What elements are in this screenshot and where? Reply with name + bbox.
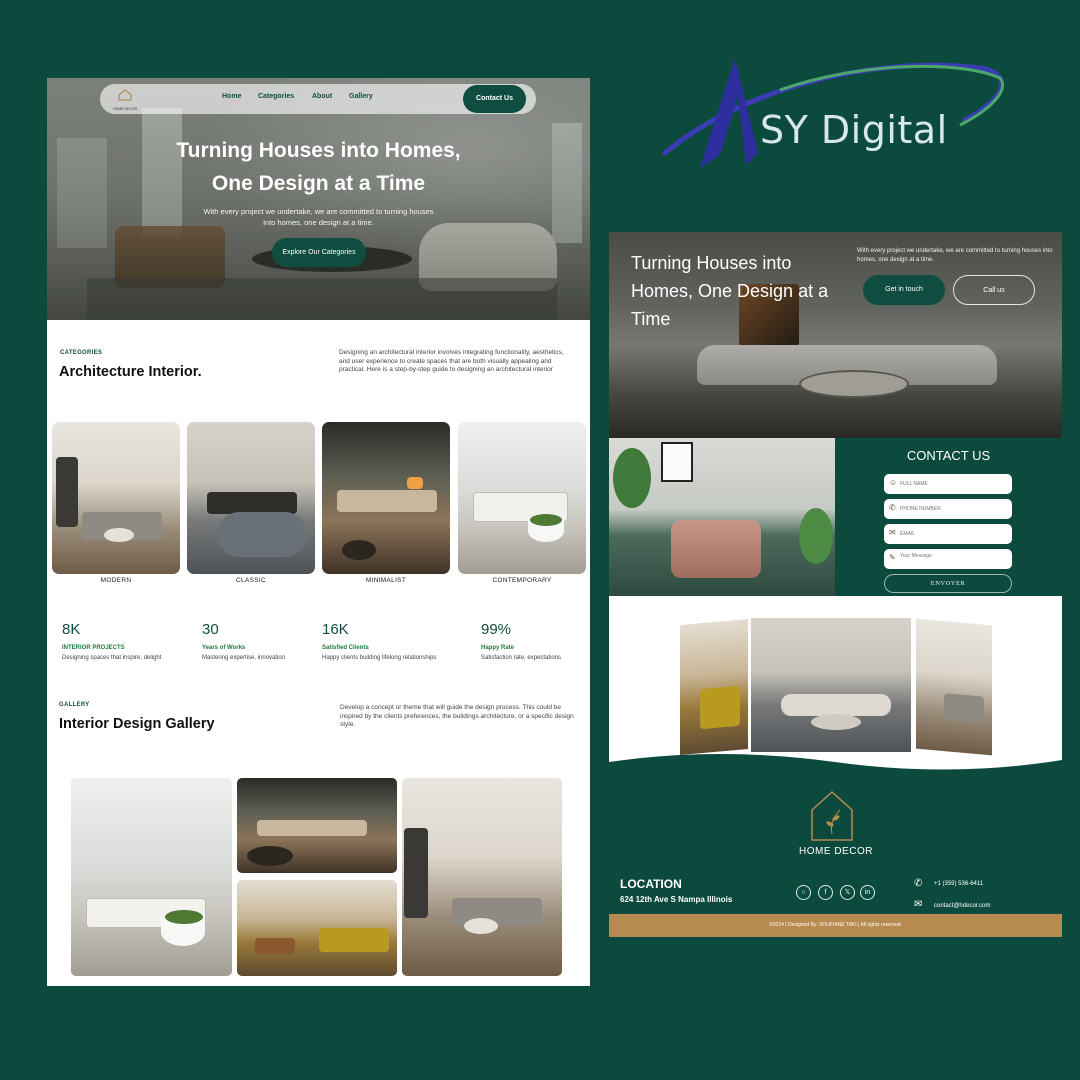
envoyer-button[interactable]: ENVOYER — [884, 574, 1012, 593]
category-card-modern[interactable] — [52, 422, 180, 574]
mail-icon: ✉ — [889, 528, 896, 537]
facebook-icon[interactable]: f — [818, 885, 833, 900]
email-field[interactable]: ✉ — [884, 524, 1012, 544]
gallery-image[interactable] — [402, 778, 562, 976]
stat-value: 8K — [62, 621, 81, 638]
desktop-page-preview: HOME DECOR Home Categories About Gallery… — [47, 78, 590, 986]
hero-title: Turning Houses into Homes, One Design at… — [47, 134, 590, 200]
message-icon: ✎ — [889, 553, 896, 562]
hero-title-line-2: One Design at a Time — [211, 172, 426, 195]
stat-label: INTERIOR PROJECTS — [62, 645, 125, 651]
categories-title: Architecture Interior. — [59, 364, 202, 380]
full-name-field[interactable]: ☺ — [884, 474, 1012, 494]
nav-link-home[interactable]: Home — [222, 93, 241, 100]
category-label-classic: CLASSIC — [236, 577, 266, 584]
right-hero-subtitle: With every project we undertake, we are … — [857, 248, 1053, 263]
email-input[interactable] — [900, 524, 1008, 544]
copyright-bar: ©2024 | Designed By: SOUFIANE TAKI | All… — [609, 914, 1062, 937]
nav-link-gallery[interactable]: Gallery — [349, 93, 373, 100]
category-card-contemporary[interactable] — [458, 422, 586, 574]
gallery-description: Develop a concept or theme that will gui… — [340, 704, 574, 728]
right-hero-title: Turning Houses into Homes, One Design at… — [631, 253, 829, 329]
gallery-image[interactable] — [71, 778, 232, 976]
second-page-preview: Turning Houses into Homes, One Design at… — [609, 232, 1062, 937]
category-card-minimalist[interactable] — [322, 422, 450, 574]
stat-description: Happy clients building lifelong relation… — [322, 655, 437, 661]
nav-link-categories[interactable]: Categories — [258, 93, 294, 100]
gallery-panel-right[interactable] — [916, 618, 992, 756]
message-input[interactable] — [900, 549, 1008, 569]
stat-value: 30 — [202, 621, 219, 638]
stat-description: Designing spaces that inspire, delight — [62, 655, 162, 661]
explore-categories-button[interactable]: Explore Our Categories — [272, 238, 366, 267]
home-decor-house-icon — [811, 790, 853, 841]
location-address: 624 12th Ave S Nampa Illinois — [620, 895, 733, 904]
gallery-eyebrow: GALLERY — [59, 702, 90, 708]
nav-link-about[interactable]: About — [312, 93, 332, 100]
gallery-panel-center[interactable] — [751, 618, 911, 752]
house-icon — [118, 89, 132, 101]
stat-value: 99% — [481, 621, 512, 638]
mail-icon: ✉ — [914, 899, 923, 910]
phone-field[interactable]: ✆ — [884, 499, 1012, 519]
home-decor-logo[interactable]: HOME DECOR — [112, 88, 138, 111]
stat-description: Mastering expertise, innovation — [202, 655, 286, 661]
full-name-input[interactable] — [900, 474, 1008, 494]
gallery-image[interactable] — [237, 778, 397, 873]
hero-title-line-1: Turning Houses into Homes, — [176, 139, 461, 162]
user-icon: ☺ — [889, 478, 898, 487]
logo-text: HOME DECOR — [112, 107, 138, 111]
wave-divider — [609, 754, 1062, 786]
location-title: LOCATION — [620, 877, 682, 891]
hero-subtitle: With every project we undertake, we are … — [203, 207, 434, 227]
footer-email[interactable]: contact@hdecor.com — [934, 903, 990, 909]
hero-section: HOME DECOR Home Categories About Gallery… — [47, 78, 590, 320]
category-card-classic[interactable] — [187, 422, 315, 574]
linkedin-icon[interactable]: in — [860, 885, 875, 900]
right-hero-section: Turning Houses into Homes, One Design at… — [609, 232, 1062, 438]
message-field[interactable]: ✎ — [884, 549, 1012, 569]
gallery-image[interactable] — [237, 880, 397, 976]
contact-title: CONTACT US — [906, 448, 991, 463]
footer-brand-name: HOME DECOR — [799, 846, 873, 857]
categories-description: Designing an architectural interior invo… — [339, 349, 564, 373]
gallery-band — [609, 596, 1062, 786]
category-label-modern: MODERN — [100, 577, 132, 584]
stat-value: 16K — [322, 621, 349, 638]
navbar: HOME DECOR Home Categories About Gallery… — [100, 84, 536, 114]
gallery-title: Interior Design Gallery — [59, 716, 215, 732]
sy-digital-logo: SY Digital — [660, 50, 1020, 175]
phone-icon: ✆ — [889, 503, 896, 512]
call-us-button[interactable]: Call us — [953, 275, 1035, 305]
contact-image — [609, 438, 835, 596]
instagram-icon[interactable]: ○ — [796, 885, 811, 900]
categories-eyebrow: CATEGORIES — [60, 350, 103, 356]
stat-label: Satisfied Clients — [322, 645, 369, 651]
phone-icon: ✆ — [914, 878, 923, 889]
x-icon[interactable]: 𝕏 — [840, 885, 855, 900]
stat-label: Years of Works — [202, 645, 246, 651]
stat-description: Satisfaction rate, expectations — [481, 655, 562, 661]
category-label-minimalist: MINIMALIST — [365, 577, 407, 584]
phone-input[interactable] — [900, 499, 1008, 519]
category-label-contemporary: CONTEMPORARY — [492, 577, 552, 584]
footer-phone[interactable]: +1 (359) 536-6411 — [934, 881, 983, 887]
gallery-panel-left[interactable] — [680, 619, 748, 755]
contact-us-button[interactable]: Contact Us — [463, 85, 526, 113]
get-in-touch-button[interactable]: Get in touch — [863, 275, 945, 305]
stat-label: Happy Rate — [481, 645, 515, 651]
brand-name: SY Digital — [760, 108, 948, 152]
